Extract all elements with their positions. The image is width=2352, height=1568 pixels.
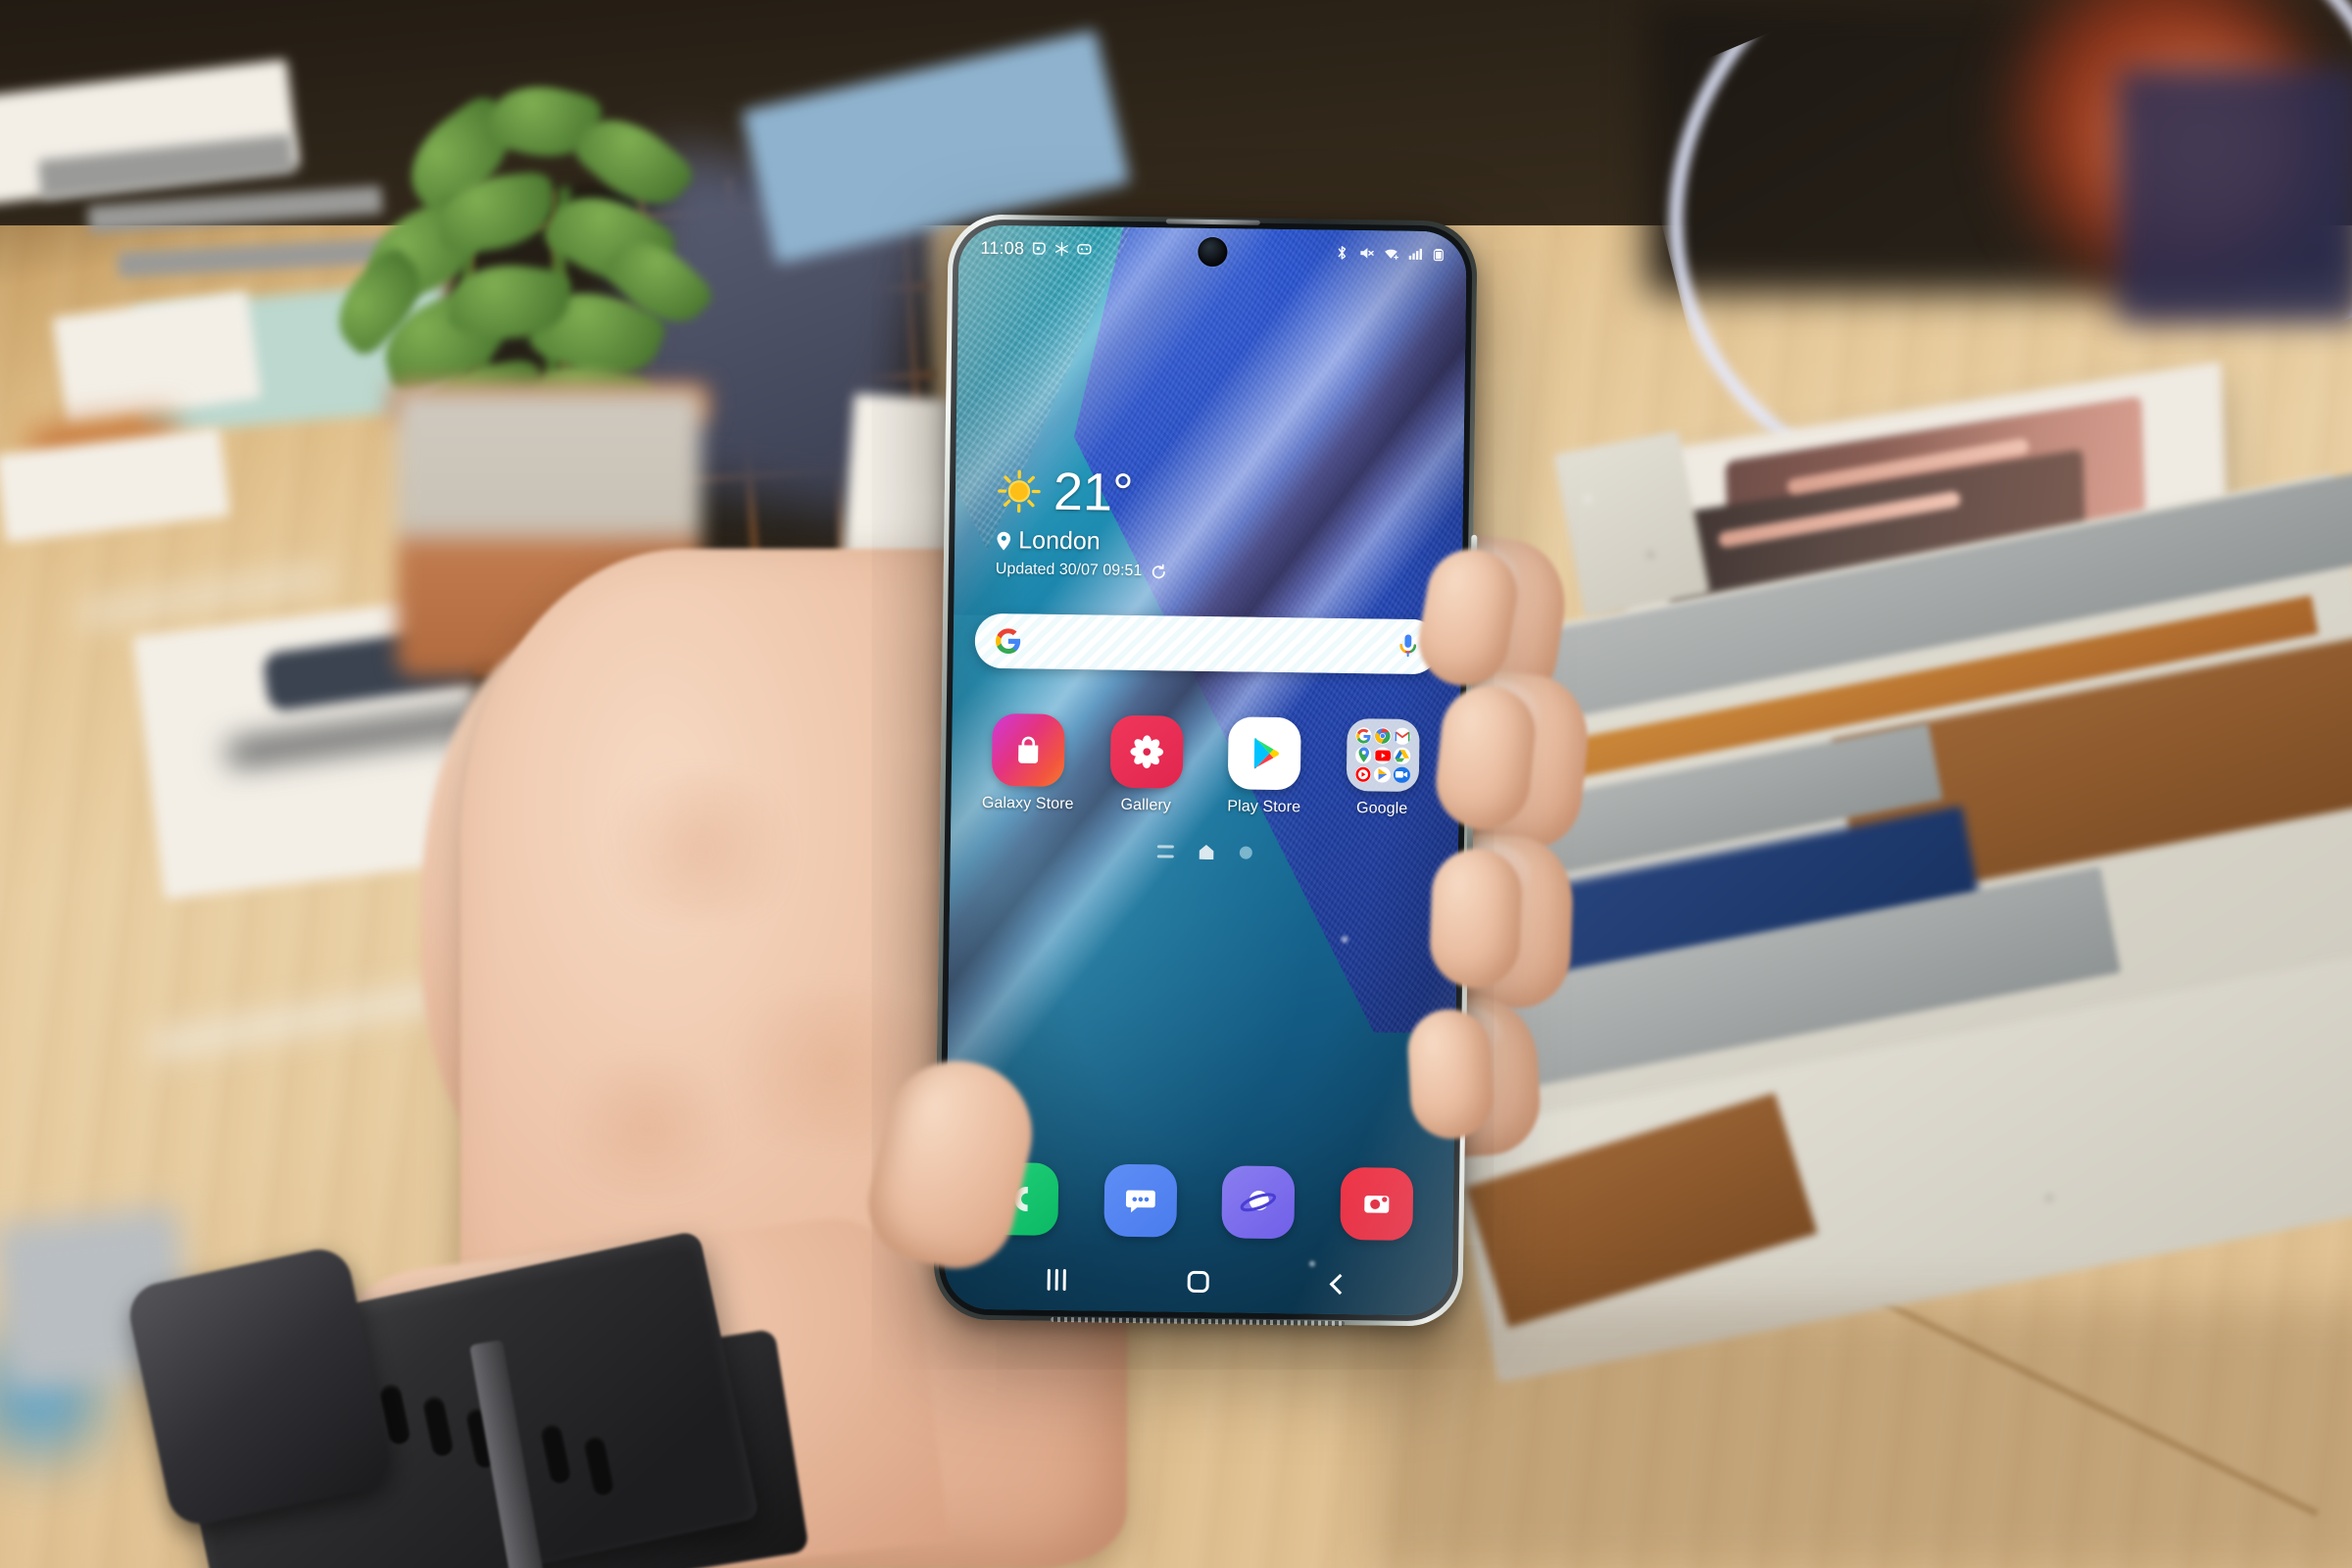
refresh-icon[interactable] (1151, 564, 1167, 580)
app-gallery[interactable]: Gallery (1087, 714, 1206, 815)
app-play-store[interactable]: Play Store (1204, 716, 1324, 817)
search-bar-container (974, 612, 1441, 675)
weather-temperature-row: 21° (997, 462, 1464, 524)
folder-preview-grid (1352, 724, 1414, 786)
app-label: Play Store (1227, 798, 1301, 816)
table-shadow (1372, 1303, 2352, 1568)
camera-icon (1340, 1166, 1414, 1241)
page-dot[interactable] (1239, 846, 1252, 859)
play-store-icon (1227, 716, 1302, 791)
wifi-icon (1385, 249, 1398, 260)
front-camera-punch-hole (1198, 236, 1228, 268)
search-input[interactable] (1021, 630, 1396, 658)
mini-google-icon (1355, 727, 1373, 745)
bixby-icon (1032, 242, 1046, 255)
status-bar-left: 11:08 (980, 237, 1092, 260)
app-label: Gallery (1120, 796, 1172, 814)
mini-drive-icon (1394, 748, 1411, 764)
screenshot-scene: 11:08 21° London Updated 30/07 09:51 Gal… (0, 0, 2352, 1568)
location-pin-icon (997, 531, 1011, 551)
palm-crease (549, 1058, 745, 1196)
sunny-icon (998, 469, 1041, 514)
app-notification-icon (1076, 244, 1092, 255)
signal-icon (1408, 248, 1423, 261)
screen-backdrop-right (2117, 69, 2352, 323)
dock-item-internet[interactable] (1199, 1165, 1318, 1240)
back-button[interactable] (1313, 1264, 1367, 1304)
battery-icon (1433, 248, 1444, 261)
internet-icon (1221, 1165, 1296, 1240)
home-button[interactable] (1171, 1262, 1225, 1302)
mini-youtube-music-icon (1354, 765, 1372, 783)
messages-icon (1103, 1163, 1178, 1238)
app-google-folder[interactable]: Google (1323, 718, 1443, 819)
fingertip-over-edge (1405, 1006, 1495, 1142)
home-page-icon[interactable] (1199, 845, 1213, 859)
app-grid: Galaxy Store Gallery Play Store Google (951, 712, 1459, 818)
dock-item-messages[interactable] (1081, 1163, 1200, 1238)
google-folder-icon (1346, 718, 1420, 793)
palm-crease (588, 774, 813, 921)
google-g-icon (995, 628, 1021, 655)
app-galaxy-store[interactable]: Galaxy Store (968, 712, 1088, 814)
fingertip-over-edge (1428, 847, 1524, 990)
weather-updated-row: Updated 30/07 09:51 (996, 561, 1462, 585)
weather-location-row: London (996, 526, 1462, 562)
status-bar-clock: 11:08 (980, 237, 1025, 258)
recents-icon (1047, 1268, 1066, 1292)
weather-temperature: 21° (1053, 462, 1135, 522)
status-bar-right (1334, 244, 1445, 263)
mini-gmail-icon (1394, 727, 1411, 746)
mini-chrome-icon (1374, 727, 1392, 745)
status-bar: 11:08 (958, 224, 1467, 276)
mini-duo-icon (1393, 766, 1410, 783)
google-search-bar[interactable] (974, 612, 1441, 675)
mini-play-movies-icon (1374, 766, 1392, 783)
bluetooth-icon (1338, 246, 1347, 260)
gallery-icon (1109, 714, 1184, 789)
snowflake-icon (1054, 241, 1068, 257)
weather-updated-text: Updated 30/07 09:51 (995, 560, 1143, 580)
mini-maps-icon (1354, 747, 1372, 764)
page-indicators (951, 841, 1458, 862)
weather-widget[interactable]: 21° London Updated 30/07 09:51 (996, 462, 1464, 585)
app-list-icon[interactable] (1156, 845, 1174, 858)
weather-location: London (1018, 526, 1101, 556)
app-label: Google (1355, 800, 1408, 817)
back-icon (1329, 1273, 1350, 1295)
microphone-icon[interactable] (1396, 633, 1420, 661)
mute-icon (1360, 247, 1374, 259)
home-icon (1187, 1270, 1209, 1294)
dock-item-camera[interactable] (1317, 1166, 1437, 1242)
mini-youtube-icon (1374, 747, 1392, 764)
galaxy-store-icon (992, 712, 1066, 787)
app-label: Galaxy Store (981, 794, 1074, 813)
navigation-bar (944, 1248, 1452, 1315)
recents-button[interactable] (1030, 1260, 1084, 1300)
